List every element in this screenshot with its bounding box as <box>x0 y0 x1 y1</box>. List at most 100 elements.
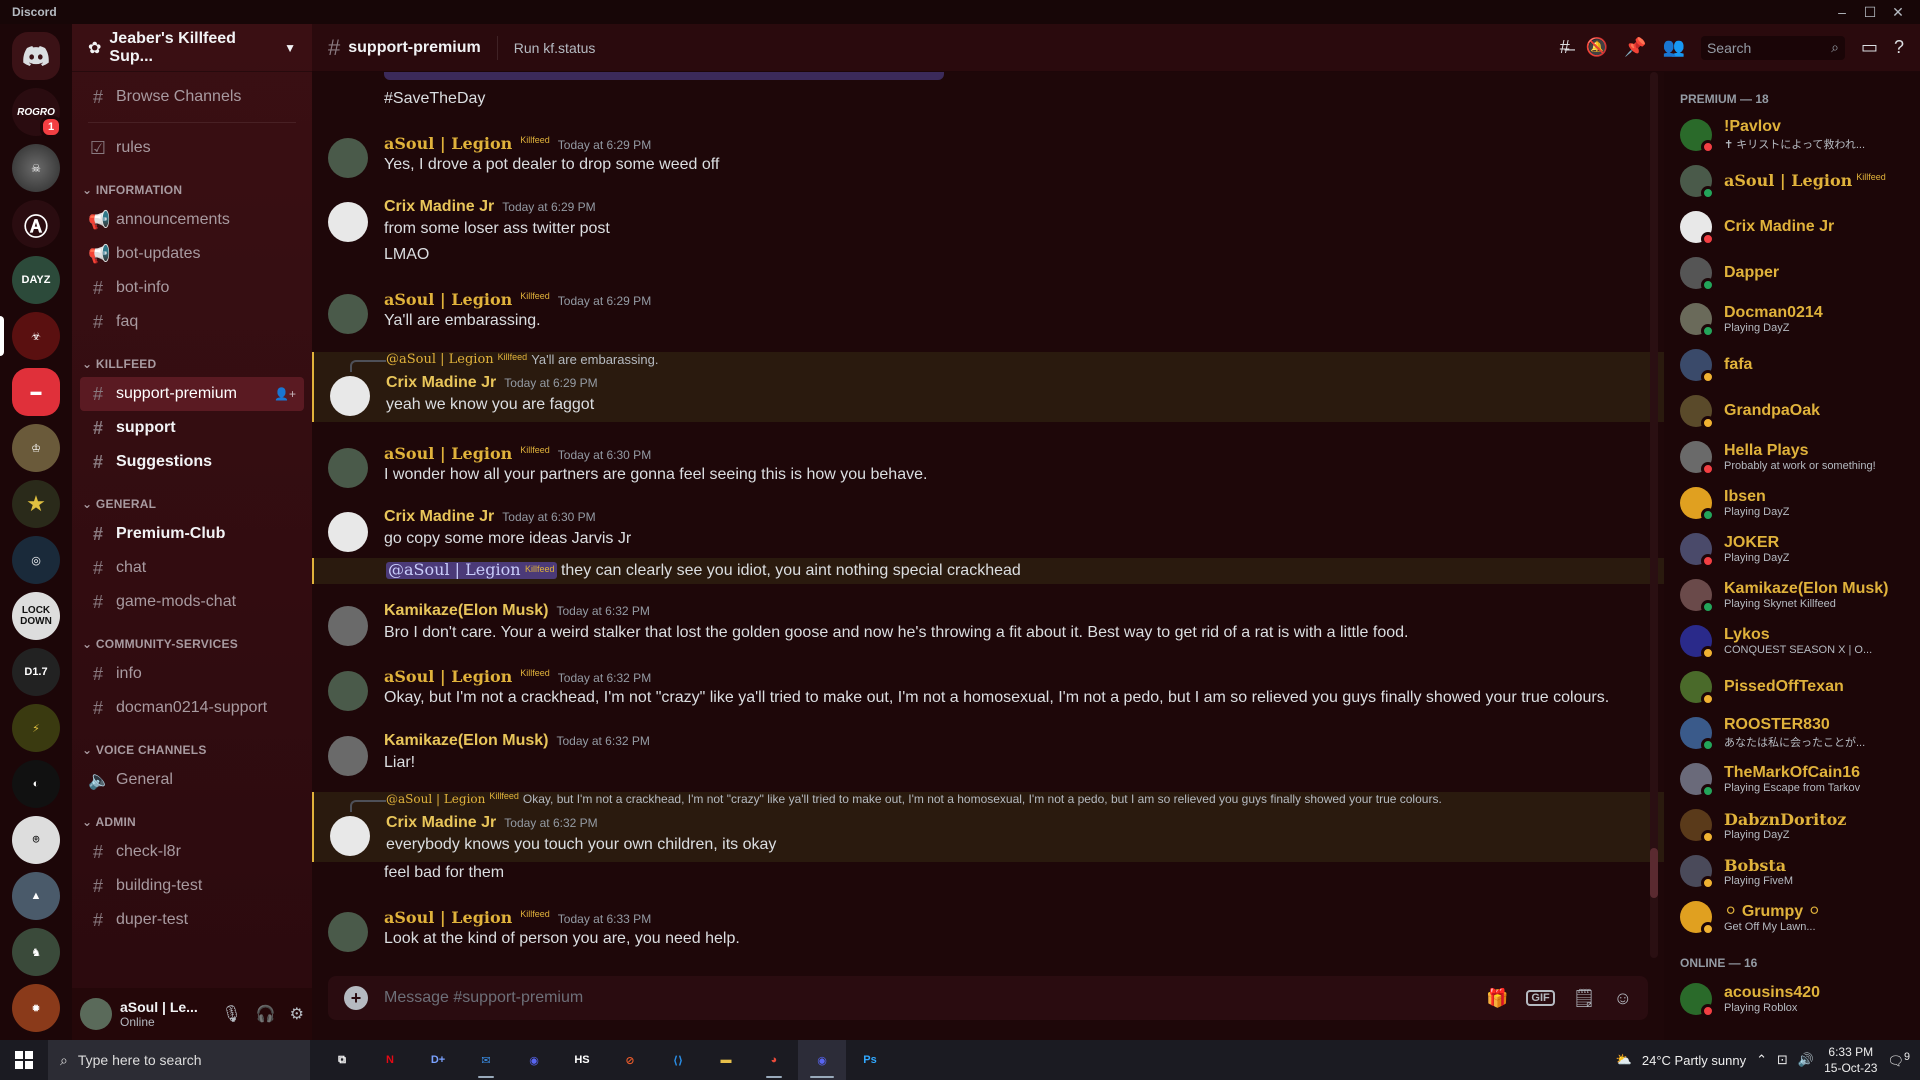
channel-support[interactable]: # support <box>80 411 304 445</box>
category-general[interactable]: ⌄ GENERAL <box>80 479 304 517</box>
message-author[interactable]: aSoul | Legion <box>384 667 512 686</box>
member-item[interactable]: Kamikaze(Elon Musk) Playing Skynet Killfe… <box>1680 572 1912 618</box>
server-icon-lightning[interactable]: ⚡ <box>12 704 60 752</box>
channel-bot-info[interactable]: # bot-info <box>80 271 304 305</box>
outlook-icon[interactable]: ✉ <box>462 1040 510 1080</box>
emoji-icon[interactable]: ☺ <box>1614 988 1632 1009</box>
avatar[interactable] <box>328 736 368 776</box>
minimize-icon[interactable]: – <box>1828 0 1856 24</box>
chevron-up-icon[interactable]: ⌃ <box>1756 1052 1767 1068</box>
user-mention[interactable]: @aSoul | Legion Killfeed <box>386 560 557 579</box>
server-icon-fire[interactable]: ✹ <box>12 984 60 1032</box>
clock[interactable]: 6:33 PM 15-Oct-23 <box>1824 1044 1877 1076</box>
avatar[interactable] <box>328 912 368 952</box>
taskbar-search[interactable]: ⌕ Type here to search <box>48 1040 310 1080</box>
photoshop-icon[interactable]: Ps <box>846 1040 894 1080</box>
member-item[interactable]: Bobsta Playing FiveM <box>1680 848 1912 894</box>
message-author[interactable]: Crix Madine Jr <box>384 508 494 526</box>
category-voice-channels[interactable]: ⌄ VOICE CHANNELS <box>80 725 304 763</box>
app-orange-icon[interactable]: ⊘ <box>606 1040 654 1080</box>
channel-faq[interactable]: # faq <box>80 305 304 339</box>
server-icon-rogro[interactable]: ROGRO 1 <box>12 88 62 138</box>
server-icon-soldier[interactable]: ♞ <box>12 928 60 976</box>
maximize-icon[interactable]: ☐ <box>1856 0 1884 24</box>
channel-announcements[interactable]: 📢 announcements <box>80 203 304 237</box>
gif-button[interactable]: GIF <box>1526 990 1555 1006</box>
avatar[interactable] <box>330 816 370 856</box>
avatar[interactable] <box>328 448 368 488</box>
start-button[interactable] <box>0 1040 48 1080</box>
member-item[interactable]: aSoul | Legion Killfeed <box>1680 158 1912 204</box>
server-icon-anarchy[interactable]: Ⓐ <box>12 200 60 248</box>
avatar[interactable] <box>328 671 368 711</box>
network-icon[interactable]: ⊡ <box>1777 1052 1788 1068</box>
message-author[interactable]: Kamikaze(Elon Musk) <box>384 602 548 620</box>
member-item[interactable]: Docman0214 Playing DayZ <box>1680 296 1912 342</box>
scrollbar[interactable] <box>1650 72 1658 958</box>
user-info[interactable]: aSoul | Le... Online <box>120 999 198 1029</box>
guild-header[interactable]: ✿ Jeaber's Killfeed Sup... ▼ <box>72 24 312 72</box>
browse-channels[interactable]: # Browse Channels <box>80 80 304 114</box>
server-icon-scene[interactable]: ▲ <box>12 872 60 920</box>
avatar[interactable] <box>328 294 368 334</box>
discord-icon[interactable]: ◉ <box>510 1040 558 1080</box>
member-item[interactable]: GrandpaOak <box>1680 388 1912 434</box>
netflix-icon[interactable]: N <box>366 1040 414 1080</box>
category-admin[interactable]: ⌄ ADMIN <box>80 797 304 835</box>
member-item[interactable]: DabznDoritoz Playing DayZ <box>1680 802 1912 848</box>
message-input[interactable] <box>384 989 1470 1007</box>
message-author[interactable]: Crix Madine Jr <box>386 374 496 392</box>
vscode-icon[interactable]: ⟨⟩ <box>654 1040 702 1080</box>
member-item[interactable]: TheMarkOfCain16 Playing Escape from Tarko… <box>1680 756 1912 802</box>
member-item[interactable]: Lykos CONQUEST SEASON X | O... <box>1680 618 1912 664</box>
avatar[interactable] <box>328 606 368 646</box>
server-icon-ring[interactable]: ⌾ <box>12 816 60 864</box>
add-member-icon[interactable]: 👤+ <box>274 387 296 401</box>
server-icon-gold[interactable]: ♔ <box>12 424 60 472</box>
channel-suggestions[interactable]: # Suggestions <box>80 445 304 479</box>
channel-info[interactable]: # info <box>80 657 304 691</box>
category-killfeed[interactable]: ⌄ KILLFEED <box>80 339 304 377</box>
server-icon-dayz[interactable]: DAYZ <box>12 256 60 304</box>
disney-plus-icon[interactable]: D+ <box>414 1040 462 1080</box>
help-icon[interactable]: ? <box>1894 37 1904 58</box>
channel-docman0214-support[interactable]: # docman0214-support <box>80 691 304 725</box>
message-author[interactable]: aSoul | Legion <box>384 444 512 463</box>
avatar[interactable] <box>328 202 368 242</box>
member-item[interactable]: Crix Madine Jr <box>1680 204 1912 250</box>
avatar[interactable] <box>328 138 368 178</box>
channel-premium-club[interactable]: # Premium-Club <box>80 517 304 551</box>
channel-rules[interactable]: ☑ rules <box>80 131 304 165</box>
hs-icon[interactable]: HS <box>558 1040 606 1080</box>
chrome-icon[interactable]: ◕ <box>750 1040 798 1080</box>
member-item[interactable]: acousins420 Playing Roblox <box>1680 976 1912 1022</box>
category-information[interactable]: ⌄ INFORMATION <box>80 165 304 203</box>
channel-voice-general[interactable]: 🔈 General <box>80 763 304 797</box>
server-icon-folder[interactable]: ▬ <box>12 368 60 416</box>
reply-preview[interactable]: @aSoul | Legion Killfeed Okay, but I'm not… <box>386 791 1442 806</box>
message-author[interactable]: Kamikaze(Elon Musk) <box>384 732 548 750</box>
avatar[interactable] <box>80 998 112 1030</box>
threads-icon[interactable]: #̶ <box>1560 37 1570 58</box>
channel-game-mods-chat[interactable]: # game-mods-chat <box>80 585 304 619</box>
message-author[interactable]: Crix Madine Jr <box>384 198 494 216</box>
member-item[interactable]: ⚪ Grumpy ⚪ Get Off My Lawn... <box>1680 894 1912 940</box>
message-author[interactable]: Crix Madine Jr <box>386 814 496 832</box>
message-author[interactable]: aSoul | Legion <box>384 134 512 153</box>
gift-icon[interactable]: 🎁 <box>1486 988 1508 1009</box>
member-list-icon[interactable]: 👥 <box>1663 37 1685 58</box>
member-item[interactable]: PissedOffTexan <box>1680 664 1912 710</box>
member-item[interactable]: Hella Plays Probably at work or something… <box>1680 434 1912 480</box>
channel-topic[interactable]: Run kf.status <box>514 40 596 56</box>
server-icon-skull[interactable]: ☠ <box>12 144 60 192</box>
message-author[interactable]: aSoul | Legion <box>384 908 512 927</box>
search-input[interactable]: Search ⌕ <box>1700 35 1845 60</box>
task-view-icon[interactable]: ⧉ <box>318 1040 366 1080</box>
avatar[interactable] <box>328 512 368 552</box>
member-item[interactable]: JOKER Playing DayZ <box>1680 526 1912 572</box>
gear-icon[interactable]: ⚙ <box>290 1004 304 1024</box>
reply-preview[interactable]: @aSoul | Legion Killfeed Ya'll are embaras… <box>386 352 658 368</box>
channel-check-l8r[interactable]: # check-l8r <box>80 835 304 869</box>
file-explorer-icon[interactable]: ▬ <box>702 1040 750 1080</box>
close-icon[interactable]: ✕ <box>1884 0 1912 24</box>
